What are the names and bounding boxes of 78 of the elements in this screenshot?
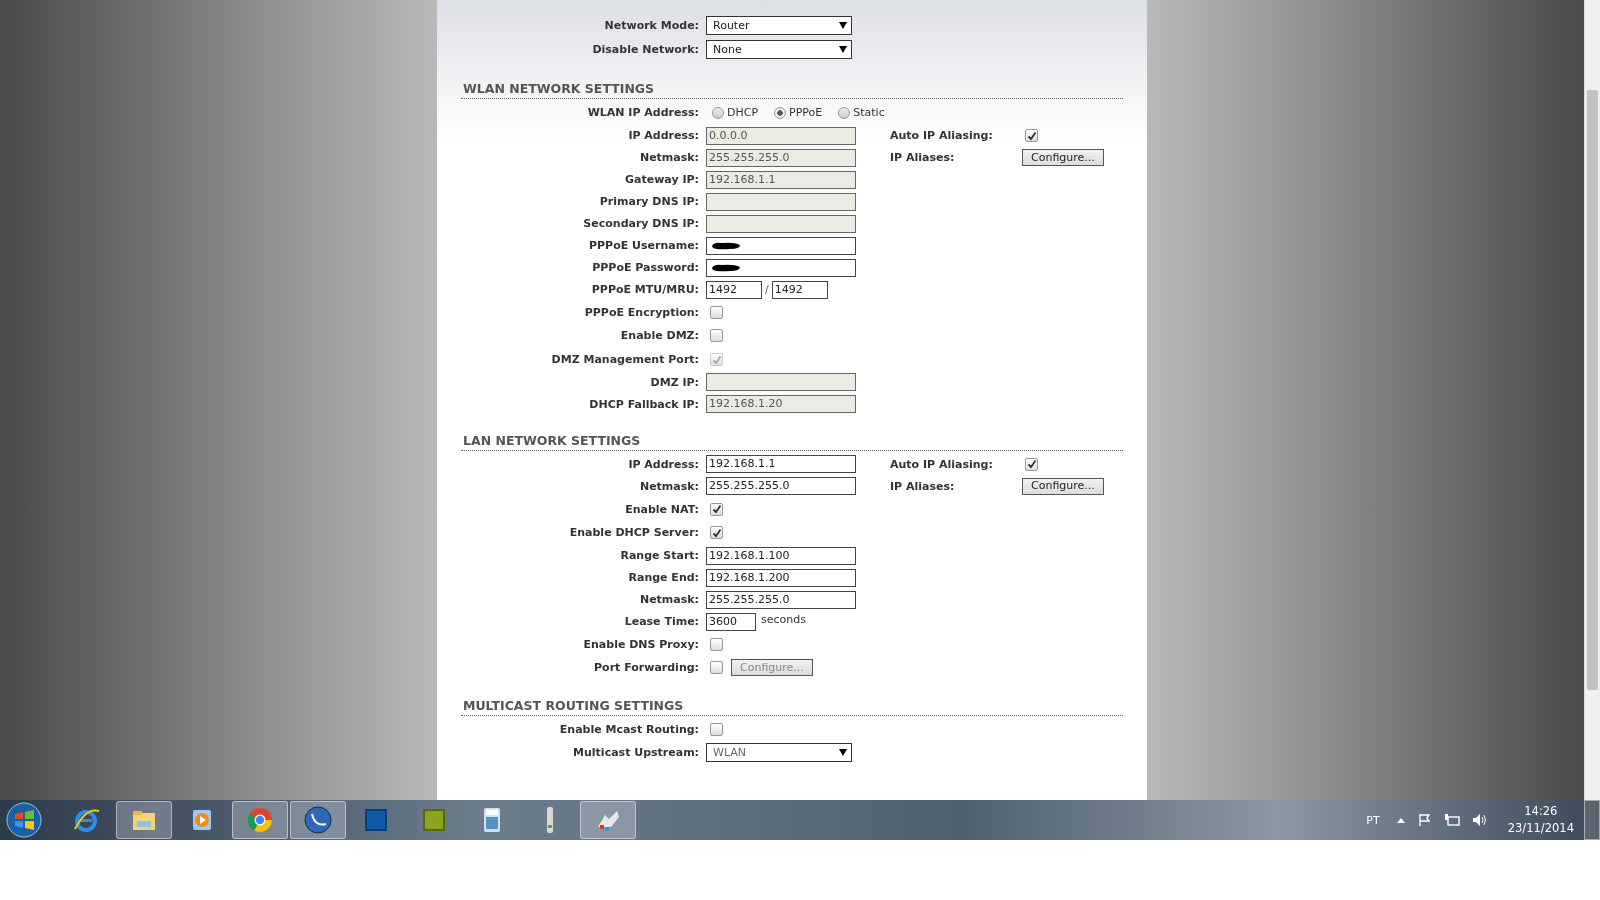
radio-button[interactable]: Static bbox=[838, 106, 885, 120]
field-label: Network Mode: bbox=[603, 19, 700, 33]
dropdown-arrow-icon bbox=[839, 45, 847, 53]
show-desktop-button[interactable] bbox=[1584, 800, 1600, 840]
field-label: Enable DHCP Server: bbox=[568, 526, 700, 540]
field-label: Range Start: bbox=[619, 549, 700, 563]
field-label: Enable Mcast Routing: bbox=[558, 723, 700, 737]
field-label: PPPoE Encryption: bbox=[583, 305, 700, 319]
field-label: Secondary DNS IP: bbox=[582, 217, 700, 231]
browser-icon[interactable] bbox=[232, 801, 288, 839]
field-label: Auto IP Aliasing: bbox=[890, 129, 994, 143]
time-text: 14:26 bbox=[1524, 803, 1558, 820]
volume-icon[interactable] bbox=[1471, 813, 1488, 827]
field-label: IP Aliases: bbox=[890, 479, 956, 493]
dropdown-arrow-icon bbox=[839, 748, 847, 756]
input-field[interactable]: 255.255.255.0 bbox=[706, 590, 856, 609]
input-field[interactable] bbox=[706, 236, 856, 255]
checkbox[interactable] bbox=[710, 661, 723, 675]
field-label: Netmask: bbox=[638, 593, 700, 607]
field-label: Disable Network: bbox=[591, 42, 700, 56]
field-label: IP Aliases: bbox=[890, 151, 956, 165]
configure-button[interactable]: Configure... bbox=[1022, 477, 1104, 495]
field-label: Enable DNS Proxy: bbox=[582, 637, 700, 651]
checkbox[interactable] bbox=[710, 526, 723, 540]
field-label: Enable NAT: bbox=[624, 502, 700, 516]
date-text: 23/11/2014 bbox=[1507, 820, 1574, 837]
field-label: Gateway IP: bbox=[624, 173, 700, 187]
section-heading: WLAN NETWORK SETTINGS bbox=[461, 81, 1123, 99]
checkbox[interactable] bbox=[710, 329, 723, 343]
field-label: WLAN IP Address: bbox=[586, 106, 700, 120]
section-heading: LAN NETWORK SETTINGS bbox=[461, 433, 1123, 452]
field-label: PPPoE Username: bbox=[587, 239, 700, 253]
field-label: Auto IP Aliasing: bbox=[890, 457, 994, 471]
radio-button[interactable]: PPPoE bbox=[774, 106, 823, 120]
start-button[interactable] bbox=[6, 802, 42, 838]
input-field[interactable]: 255.255.255.0 bbox=[706, 477, 856, 496]
field-label: Netmask: bbox=[638, 151, 700, 165]
scrollbar[interactable] bbox=[1584, 0, 1600, 800]
field-label: DMZ Management Port: bbox=[550, 353, 700, 367]
dropdown-arrow-icon bbox=[839, 22, 847, 30]
network-icon[interactable] bbox=[1443, 813, 1460, 827]
field-label: Netmask: bbox=[638, 479, 700, 493]
field-label: Port Forwarding: bbox=[593, 661, 700, 675]
checkbox[interactable] bbox=[710, 502, 723, 516]
dropdown[interactable]: Router bbox=[706, 16, 852, 36]
clock[interactable]: 14:26 23/11/2014 bbox=[1507, 803, 1574, 837]
field-label: Multicast Upstream: bbox=[572, 745, 700, 759]
checkbox[interactable] bbox=[710, 305, 723, 319]
checkbox[interactable] bbox=[1025, 457, 1038, 471]
folder-icon[interactable] bbox=[116, 801, 172, 839]
checkbox[interactable] bbox=[710, 637, 723, 651]
field-label: IP Address: bbox=[627, 129, 700, 143]
field-label: DMZ IP: bbox=[649, 375, 700, 389]
input-field[interactable]: 192.168.1.100 bbox=[706, 546, 856, 565]
field-label: Range End: bbox=[627, 571, 700, 585]
field-label: Primary DNS IP: bbox=[598, 195, 700, 209]
app-icon[interactable] bbox=[290, 801, 346, 839]
input-field[interactable]: 1492 bbox=[706, 280, 762, 299]
section-heading: MULTICAST ROUTING SETTINGS bbox=[461, 697, 1123, 716]
field-label: IP Address: bbox=[627, 457, 700, 471]
unit-label: seconds bbox=[761, 613, 806, 627]
input-field[interactable]: 3600 bbox=[706, 612, 756, 631]
input-field[interactable]: 1492 bbox=[771, 280, 828, 299]
input-field[interactable]: 192.168.1.200 bbox=[706, 568, 856, 587]
input-field[interactable] bbox=[706, 258, 856, 277]
language-indicator[interactable]: PT bbox=[1366, 813, 1380, 827]
radio-button[interactable]: DHCP bbox=[712, 106, 759, 120]
flag-icon[interactable] bbox=[1417, 813, 1432, 827]
field-label: Lease Time: bbox=[623, 615, 700, 629]
expand-tray-icon[interactable] bbox=[1395, 816, 1406, 824]
separator-text: / bbox=[765, 283, 769, 297]
field-label: Enable DMZ: bbox=[619, 329, 700, 343]
dropdown[interactable]: None bbox=[706, 39, 852, 59]
field-label: PPPoE MTU/MRU: bbox=[590, 283, 700, 297]
field-label: DHCP Fallback IP: bbox=[588, 397, 700, 411]
field-label: PPPoE Password: bbox=[591, 261, 700, 275]
checkbox[interactable] bbox=[710, 723, 723, 737]
input-field[interactable]: 192.168.1.1 bbox=[706, 455, 856, 474]
